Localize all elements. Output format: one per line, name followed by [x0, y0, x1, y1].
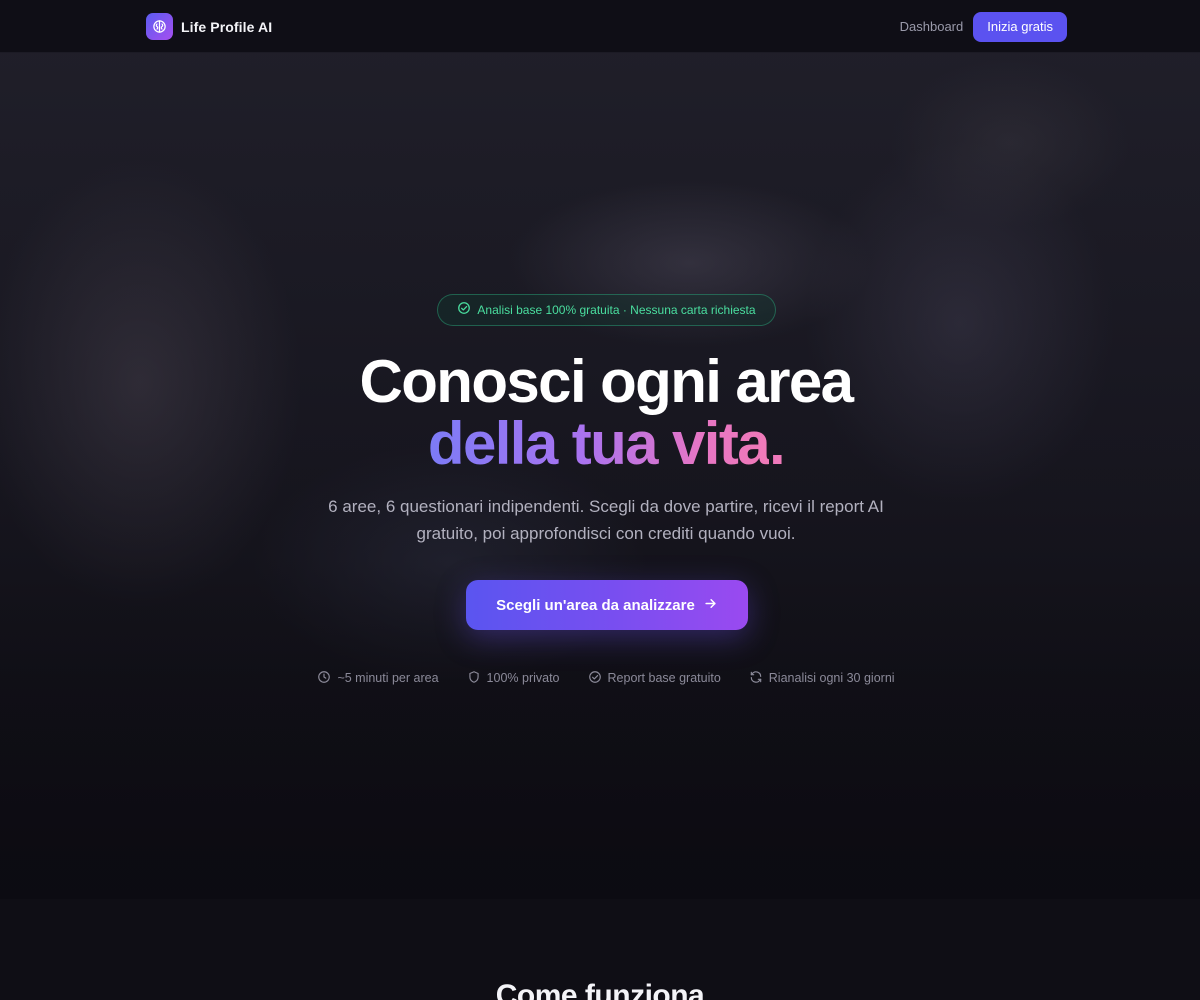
- feature-label: Report base gratuito: [607, 671, 721, 685]
- brand[interactable]: Life Profile AI: [146, 13, 272, 40]
- check-circle-icon: [588, 670, 602, 687]
- check-circle-icon: [457, 301, 471, 320]
- hero-subtitle: 6 aree, 6 questionari indipendenti. Sceg…: [328, 497, 884, 543]
- feature-item-report: Report base gratuito: [588, 670, 721, 687]
- navbar-inner: Life Profile AI Dashboard Inizia gratis: [146, 0, 1067, 53]
- feature-item-reanalysis: Rianalisi ogni 30 giorni: [749, 670, 895, 687]
- feature-label: Rianalisi ogni 30 giorni: [768, 671, 895, 685]
- headline-gradient-text: della tua vita: [427, 410, 771, 477]
- choose-area-button-label: Scegli un'area da analizzare: [496, 596, 695, 614]
- choose-area-button[interactable]: Scegli un'area da analizzare: [466, 580, 748, 630]
- feature-list: ~5 minuti per area 100% privato Report b…: [0, 668, 1200, 688]
- free-analysis-badge: Analisi base 100% gratuita · Nessuna car…: [437, 294, 776, 326]
- brand-name: Life Profile AI: [181, 18, 273, 35]
- brain-logo-icon: [146, 13, 173, 40]
- dashboard-link[interactable]: Dashboard: [900, 13, 964, 40]
- badge-text: Analisi base 100% gratuita · Nessuna car…: [477, 303, 756, 317]
- feature-label: ~5 minuti per area: [337, 671, 439, 685]
- shield-icon: [467, 670, 481, 687]
- navbar: Life Profile AI Dashboard Inizia gratis: [0, 0, 1200, 53]
- feature-item-privacy: 100% privato: [467, 670, 560, 687]
- hero-headline: Conosci ogni area della tua vita.: [0, 351, 1200, 475]
- headline-period: .: [768, 410, 786, 477]
- headline-line-2: della tua vita.: [12, 413, 1200, 475]
- start-free-button[interactable]: Inizia gratis: [973, 11, 1067, 42]
- headline-line-1: Conosci ogni area: [359, 348, 855, 415]
- nav-actions: Dashboard Inizia gratis: [900, 11, 1067, 42]
- feature-item-time: ~5 minuti per area: [317, 670, 439, 687]
- refresh-icon: [749, 670, 763, 687]
- arrow-right-icon: [703, 596, 718, 615]
- clock-icon: [317, 670, 331, 687]
- hero-section: Analisi base 100% gratuita · Nessuna car…: [0, 53, 1200, 899]
- how-it-works-section: Come funziona: [0, 899, 1200, 1000]
- feature-label: 100% privato: [486, 671, 560, 685]
- section-title: Come funziona: [495, 979, 705, 1000]
